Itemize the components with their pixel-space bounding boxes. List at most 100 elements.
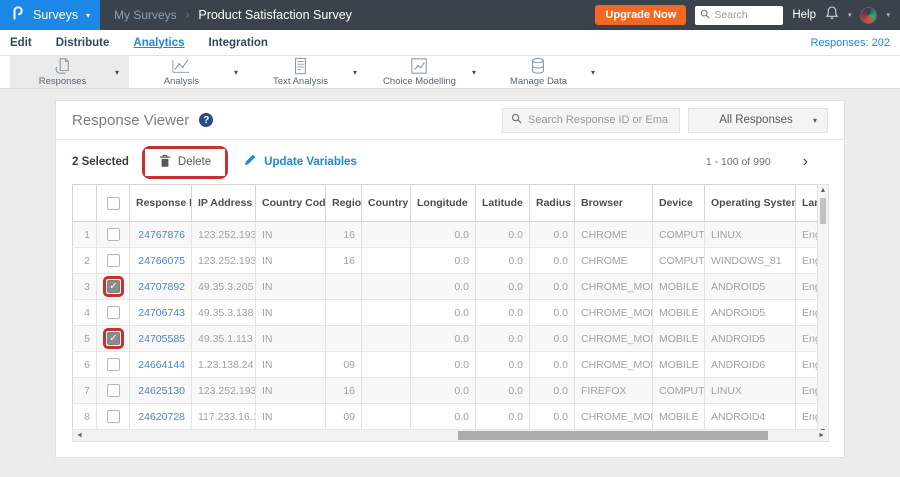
column-header-latitude[interactable]: Latitude xyxy=(475,184,530,222)
next-page-icon[interactable]: › xyxy=(803,154,808,170)
column-header-num[interactable] xyxy=(72,184,97,222)
chevron-down-icon[interactable]: ▾ xyxy=(886,11,890,19)
help-badge-icon[interactable]: ? xyxy=(199,113,214,127)
toolbar-item-analysis[interactable]: Analysis ▾ xyxy=(129,56,248,88)
row-checkbox[interactable] xyxy=(107,306,120,319)
row-checkbox[interactable] xyxy=(107,410,120,423)
cell-country xyxy=(361,247,411,274)
response-search-input[interactable] xyxy=(528,114,668,126)
vertical-scrollbar[interactable]: ▲ ▼ xyxy=(817,184,829,438)
chevron-down-icon[interactable]: ▾ xyxy=(472,68,486,77)
column-header-check[interactable] xyxy=(96,184,130,222)
cell-country xyxy=(361,377,411,404)
select-all-checkbox[interactable] xyxy=(107,196,120,210)
row-checkbox[interactable] xyxy=(107,332,120,345)
vertical-scrollbar-thumb[interactable] xyxy=(820,198,826,224)
cell-os: ANDROID6 xyxy=(704,351,796,378)
row-checkbox[interactable] xyxy=(107,280,120,293)
upgrade-now-button[interactable]: Upgrade Now xyxy=(595,5,687,25)
response-id-link[interactable]: 24706743 xyxy=(138,307,185,319)
update-variables-label: Update Variables xyxy=(264,156,357,168)
toolbar-item-responses[interactable]: Responses ▾ xyxy=(10,56,129,88)
column-header-label: Latitude xyxy=(482,197,523,209)
row-checkbox[interactable] xyxy=(107,254,120,267)
toolbar-item-choice-modelling[interactable]: Choice Modelling ▾ xyxy=(367,56,486,88)
delete-button[interactable]: Delete xyxy=(144,148,226,176)
avatar[interactable] xyxy=(860,6,878,24)
global-search[interactable] xyxy=(695,5,784,25)
cell-language: Eng xyxy=(795,377,818,404)
column-header-response_id[interactable]: Response ID▲ xyxy=(129,184,192,222)
cell-os: LINUX xyxy=(704,377,796,404)
column-header-os[interactable]: Operating System xyxy=(704,184,796,222)
column-header-country_code[interactable]: Country Code xyxy=(255,184,326,222)
cell-browser: CHROME_MOBILE xyxy=(574,351,653,378)
delete-button-label: Delete xyxy=(177,156,212,168)
cell-latitude: 0.0 xyxy=(475,351,530,378)
cell-country xyxy=(361,351,411,378)
cell-response_id: 24766075 xyxy=(129,247,192,274)
chevron-down-icon[interactable]: ▾ xyxy=(591,68,605,77)
chevron-down-icon[interactable]: ▾ xyxy=(848,11,852,19)
responses-filter-dropdown[interactable]: All Responses ▾ xyxy=(688,107,828,133)
response-id-link[interactable]: 24664144 xyxy=(138,359,185,371)
row-checkbox[interactable] xyxy=(107,358,120,371)
response-id-link[interactable]: 24705585 xyxy=(138,333,185,345)
cell-longitude: 0.0 xyxy=(410,377,476,404)
toolbar-item-label: Choice Modelling xyxy=(383,76,456,87)
response-id-link[interactable]: 24625130 xyxy=(138,385,185,397)
cell-radius: 0.0 xyxy=(529,221,575,248)
response-id-link[interactable]: 24767876 xyxy=(138,229,185,241)
column-header-region[interactable]: Region xyxy=(325,184,362,222)
row-number: 2 xyxy=(72,247,97,274)
cell-ip: 49.35.1.113 xyxy=(191,325,256,352)
response-search[interactable] xyxy=(502,107,680,133)
chevron-down-icon[interactable]: ▾ xyxy=(86,11,90,20)
cell-latitude: 0.0 xyxy=(475,247,530,274)
help-link[interactable]: Help xyxy=(792,9,816,21)
cell-country_code: IN xyxy=(255,351,326,378)
table-row: 724625130123.252.193.148IN160.00.00.0FIR… xyxy=(72,377,818,404)
column-header-device[interactable]: Device xyxy=(652,184,705,222)
column-header-language[interactable]: Lan xyxy=(795,184,818,222)
nav-item-distribute[interactable]: Distribute xyxy=(56,37,110,49)
global-search-input[interactable] xyxy=(714,9,777,21)
breadcrumb-parent[interactable]: My Surveys xyxy=(114,8,177,22)
column-header-longitude[interactable]: Longitude xyxy=(410,184,476,222)
cell-country_code: IN xyxy=(255,247,326,274)
horizontal-scrollbar[interactable]: ◄ ► xyxy=(72,430,829,442)
chevron-down-icon[interactable]: ▾ xyxy=(115,68,129,77)
response-id-link[interactable]: 24766075 xyxy=(138,255,185,267)
row-checkbox-cell xyxy=(96,325,130,352)
toolbar-item-label: Manage Data xyxy=(509,76,568,87)
cell-response_id: 24706743 xyxy=(129,299,192,326)
nav-item-integration[interactable]: Integration xyxy=(209,37,268,49)
horizontal-scrollbar-thumb[interactable] xyxy=(458,431,768,440)
column-header-label: Lan xyxy=(802,197,817,209)
analysis-icon xyxy=(170,57,192,75)
scroll-up-icon[interactable]: ▲ xyxy=(818,185,828,196)
row-checkbox[interactable] xyxy=(107,228,120,241)
responses-count[interactable]: Responses: 202 xyxy=(811,37,891,49)
nav-item-analytics[interactable]: Analytics xyxy=(133,37,184,49)
nav-item-edit[interactable]: Edit xyxy=(10,37,32,49)
scroll-left-icon[interactable]: ◄ xyxy=(76,430,83,441)
toolbar-item-manage-data[interactable]: Manage Data ▾ xyxy=(486,56,605,88)
brand-menu[interactable]: Surveys ▾ xyxy=(0,0,100,30)
column-header-radius[interactable]: Radius xyxy=(529,184,575,222)
chevron-down-icon[interactable]: ▾ xyxy=(234,68,248,77)
column-header-ip[interactable]: IP Address xyxy=(191,184,256,222)
chevron-down-icon[interactable]: ▾ xyxy=(353,68,367,77)
row-checkbox[interactable] xyxy=(107,384,120,397)
update-variables-button[interactable]: Update Variables xyxy=(244,153,357,171)
column-header-browser[interactable]: Browser xyxy=(574,184,653,222)
notifications-bell-icon[interactable] xyxy=(825,5,839,25)
column-header-country[interactable]: Country xyxy=(361,184,411,222)
toolbar-item-text-analysis[interactable]: Text Analysis ▾ xyxy=(248,56,367,88)
cell-browser: CHROME xyxy=(574,247,653,274)
scroll-right-icon[interactable]: ► xyxy=(818,430,825,441)
cell-ip: 123.252.193.148 xyxy=(191,377,256,404)
response-id-link[interactable]: 24707892 xyxy=(138,281,185,293)
cell-region: 09 xyxy=(325,403,362,430)
response-id-link[interactable]: 24620728 xyxy=(138,411,185,423)
